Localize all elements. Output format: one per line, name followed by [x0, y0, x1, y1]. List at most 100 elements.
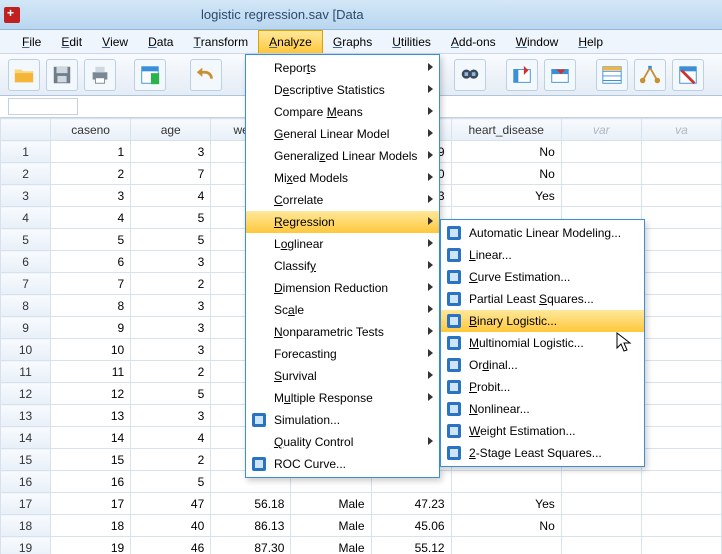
insert-cases-button[interactable]	[506, 59, 538, 91]
menu-data[interactable]: Data	[138, 30, 183, 53]
cell[interactable]: 12	[51, 383, 131, 405]
menu-transform[interactable]: Transform	[183, 30, 258, 53]
cell[interactable]	[641, 295, 721, 317]
column-header-heart_disease[interactable]: heart_disease	[451, 119, 561, 141]
cell[interactable]: 10	[51, 339, 131, 361]
cell[interactable]: Yes	[451, 185, 561, 207]
cell[interactable]: 47.23	[371, 493, 451, 515]
cell[interactable]: 8	[51, 295, 131, 317]
row-header[interactable]: 11	[1, 361, 51, 383]
find-button[interactable]	[454, 59, 486, 91]
cell[interactable]: 3	[131, 405, 211, 427]
menu-item-simulation[interactable]: Simulation...	[246, 409, 439, 431]
cell[interactable]: 5	[131, 207, 211, 229]
column-header-age[interactable]: age	[131, 119, 211, 141]
cell[interactable]: 15	[51, 449, 131, 471]
column-header-caseno[interactable]: caseno	[51, 119, 131, 141]
cell[interactable]	[641, 207, 721, 229]
column-header-var[interactable]: var	[561, 119, 641, 141]
select-cases-button[interactable]	[672, 59, 704, 91]
cell[interactable]: 13	[51, 405, 131, 427]
cell[interactable]	[641, 427, 721, 449]
cell[interactable]	[561, 163, 641, 185]
cell[interactable]: 4	[51, 207, 131, 229]
row-header[interactable]: 7	[1, 273, 51, 295]
cell[interactable]: 1	[51, 141, 131, 163]
menu-file[interactable]: File	[12, 30, 51, 53]
insert-variable-button[interactable]	[544, 59, 576, 91]
row-header[interactable]: 1	[1, 141, 51, 163]
menu-analyze[interactable]: Analyze	[258, 30, 323, 53]
cell[interactable]: Yes	[451, 493, 561, 515]
row-header[interactable]: 2	[1, 163, 51, 185]
weight-cases-button[interactable]	[634, 59, 666, 91]
cell[interactable]	[561, 141, 641, 163]
cell[interactable]: No	[451, 515, 561, 537]
menu-window[interactable]: Window	[506, 30, 569, 53]
cell[interactable]: 45.06	[371, 515, 451, 537]
cell[interactable]: 3	[51, 185, 131, 207]
cell[interactable]: 9	[51, 317, 131, 339]
menu-item-curve-estimation[interactable]: Curve Estimation...	[441, 266, 644, 288]
row-header[interactable]: 19	[1, 537, 51, 554]
cell[interactable]: 2	[131, 449, 211, 471]
cell[interactable]: 2	[131, 361, 211, 383]
cell[interactable]	[641, 493, 721, 515]
cell[interactable]	[641, 471, 721, 493]
cell[interactable]	[451, 471, 561, 493]
menu-item-probit[interactable]: Probit...	[441, 376, 644, 398]
row-header[interactable]: 13	[1, 405, 51, 427]
row-header[interactable]: 4	[1, 207, 51, 229]
menu-item-automatic-linear-modeling[interactable]: Automatic Linear Modeling...	[441, 222, 644, 244]
row-header[interactable]: 5	[1, 229, 51, 251]
table-row[interactable]: 18184086.13Male45.06No	[1, 515, 722, 537]
table-row[interactable]: 17174756.18Male47.23Yes	[1, 493, 722, 515]
cell[interactable]: 5	[131, 229, 211, 251]
cell[interactable]	[641, 273, 721, 295]
cell[interactable]: 4	[131, 185, 211, 207]
cell[interactable]: 14	[51, 427, 131, 449]
cell[interactable]: 7	[51, 273, 131, 295]
open-button[interactable]	[8, 59, 40, 91]
menu-item-multinomial-logistic[interactable]: Multinomial Logistic...	[441, 332, 644, 354]
menu-edit[interactable]: Edit	[51, 30, 92, 53]
row-header[interactable]: 15	[1, 449, 51, 471]
menu-item-dimension-reduction[interactable]: Dimension Reduction	[246, 277, 439, 299]
menu-item-generalized-linear-models[interactable]: Generalized Linear Models	[246, 145, 439, 167]
cell[interactable]: 56.18	[211, 493, 291, 515]
cell[interactable]: 3	[131, 317, 211, 339]
cell[interactable]: 5	[51, 229, 131, 251]
menu-item-classify[interactable]: Classify	[246, 255, 439, 277]
cell[interactable]	[641, 361, 721, 383]
row-header[interactable]: 14	[1, 427, 51, 449]
menu-item-reports[interactable]: Reports	[246, 57, 439, 79]
table-row[interactable]: 19194687.30Male55.12	[1, 537, 722, 554]
cell[interactable]: 5	[131, 383, 211, 405]
menu-item-nonlinear[interactable]: Nonlinear...	[441, 398, 644, 420]
cell[interactable]: 3	[131, 339, 211, 361]
cell[interactable]	[641, 383, 721, 405]
row-header[interactable]: 6	[1, 251, 51, 273]
menu-item-quality-control[interactable]: Quality Control	[246, 431, 439, 453]
menu-utilities[interactable]: Utilities	[382, 30, 441, 53]
cell[interactable]: 4	[131, 427, 211, 449]
cell[interactable]	[641, 185, 721, 207]
cell[interactable]: 2	[131, 273, 211, 295]
cell[interactable]	[641, 163, 721, 185]
menu-item-correlate[interactable]: Correlate	[246, 189, 439, 211]
cell[interactable]: 6	[51, 251, 131, 273]
row-header[interactable]: 18	[1, 515, 51, 537]
cell[interactable]: 3	[131, 141, 211, 163]
menu-graphs[interactable]: Graphs	[323, 30, 382, 53]
menu-add-ons[interactable]: Add-ons	[441, 30, 506, 53]
cell[interactable]: 86.13	[211, 515, 291, 537]
cell[interactable]	[641, 229, 721, 251]
cell[interactable]: 87.30	[211, 537, 291, 554]
menu-item-linear[interactable]: Linear...	[441, 244, 644, 266]
menu-item-scale[interactable]: Scale	[246, 299, 439, 321]
split-file-button[interactable]	[596, 59, 628, 91]
cell[interactable]	[561, 493, 641, 515]
cell[interactable]: 18	[51, 515, 131, 537]
cell[interactable]: Male	[291, 493, 371, 515]
menu-help[interactable]: Help	[568, 30, 613, 53]
